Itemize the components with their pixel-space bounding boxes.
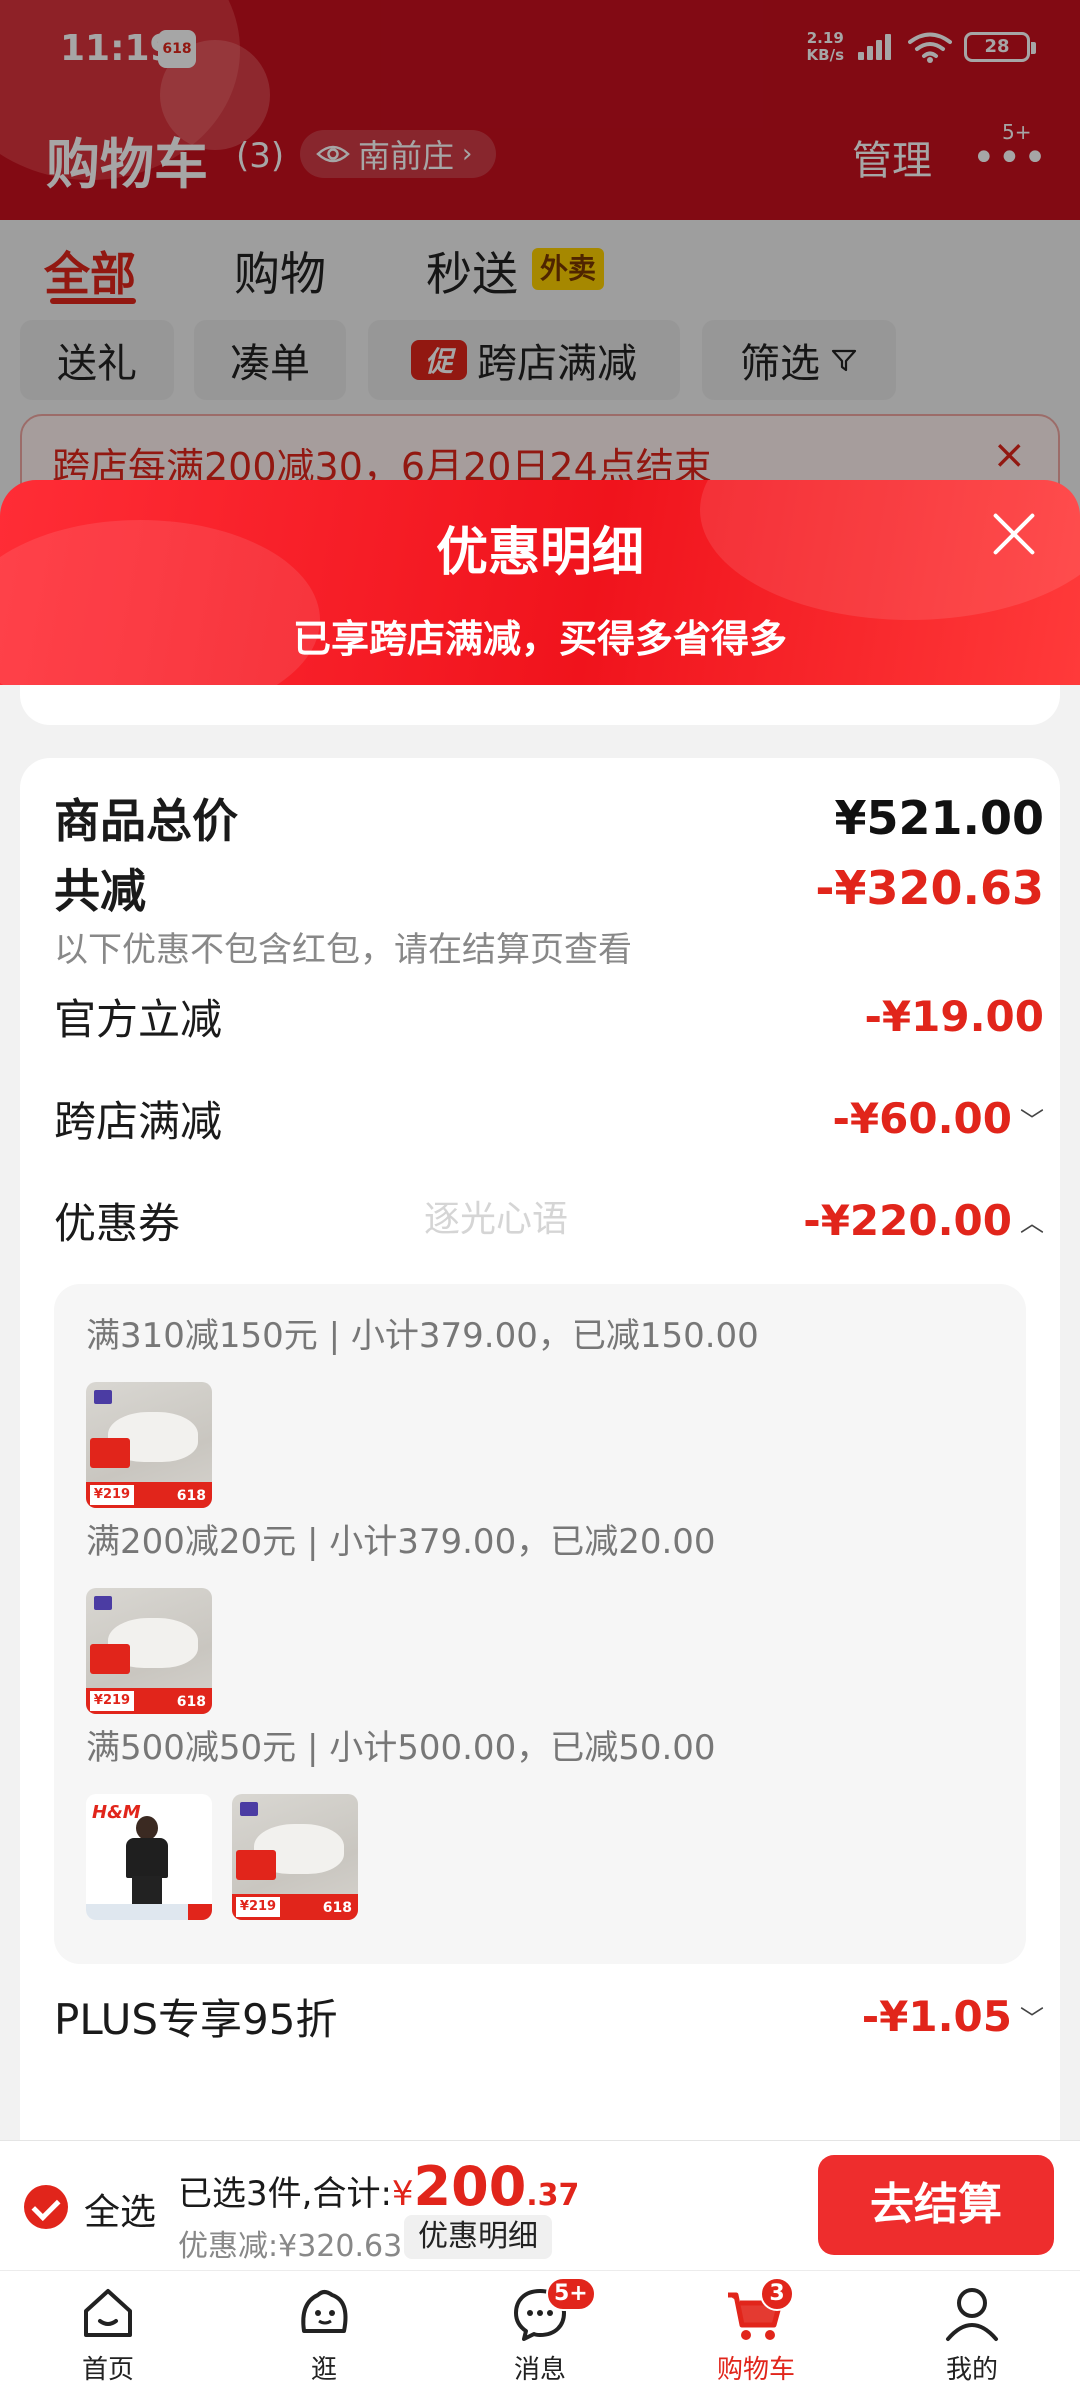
product-thumbnail[interactable]: ¥219 618 (86, 1588, 212, 1714)
chevron-down-icon: ﹀ (1020, 1106, 1044, 1135)
checkout-button[interactable]: 去结算 (818, 2155, 1054, 2255)
cross-store-row[interactable]: 跨店满减 -¥60.00 ﹀ (54, 1088, 1044, 1148)
total-summary: 已选3件,合计: ¥ 200 .37 (178, 2155, 580, 2218)
nav-item-home[interactable]: 首页 (28, 2281, 188, 2386)
total-discount-row: 共减 -¥320.63 (54, 861, 1044, 918)
select-all-label[interactable]: 全选 (84, 2183, 156, 2235)
official-discount-row: 官方立减 -¥19.00 (54, 991, 1044, 1044)
total-amount: 200 (413, 2155, 527, 2218)
coupon-value: -¥220.00 (803, 1195, 1012, 1245)
home-icon (76, 2281, 140, 2345)
sheet-body: 商品总价 ¥521.00 共减 -¥320.63 以下优惠不包含红包，请在结算页… (0, 685, 1080, 2140)
nav-item-profile[interactable]: 我的 (892, 2281, 1052, 2386)
browse-icon (292, 2281, 356, 2345)
cart-icon: 3 (724, 2277, 794, 2345)
checkout-bar: 全选 已选3件,合计: ¥ 200 .37 优惠减:¥320.63 优惠明细 去… (0, 2140, 1080, 2270)
coupon-row[interactable]: 优惠券 -¥220.00 ︿ (54, 1190, 1044, 1250)
plus-discount-value: -¥1.05 (861, 1991, 1012, 2041)
nav-item-cart[interactable]: 3 购物车 (676, 2277, 836, 2386)
product-thumbnail[interactable]: H&M (86, 1794, 212, 1920)
modal-overlay[interactable] (0, 0, 1080, 520)
bottom-nav: 首页 逛 5+ 消息 3 购物车 我的 (0, 2270, 1080, 2400)
cart-badge: 3 (760, 2277, 794, 2311)
discount-card: 商品总价 ¥521.00 共减 -¥320.63 以下优惠不包含红包，请在结算页… (20, 758, 1060, 2140)
total-discount-value: -¥320.63 (815, 861, 1044, 915)
chevron-down-icon: ﹀ (1020, 2004, 1044, 2033)
cart-page-background: 11:19 618 2.19 KB/s 28 购物车 (3) 南前庄 › 管理 … (0, 0, 1080, 520)
coupon-line: 满310减150元 | 小计379.00，已减150.00 (86, 1316, 759, 1356)
select-all-checkbox[interactable] (24, 2185, 68, 2229)
chevron-up-icon: ︿ (1020, 1208, 1044, 1237)
cross-store-value: -¥60.00 (832, 1093, 1012, 1143)
close-icon[interactable] (990, 510, 1038, 558)
card-divider (20, 685, 1060, 725)
product-thumbnail[interactable]: ¥219 618 (232, 1794, 358, 1920)
sheet-subtitle: 已享跨店满减，买得多省得多 (292, 617, 787, 661)
nav-item-messages[interactable]: 5+ 消息 (460, 2277, 620, 2386)
coupon-line: 满500减50元 | 小计500.00，已减50.00 (86, 1728, 716, 1768)
official-discount-value: -¥19.00 (864, 991, 1044, 1041)
message-icon: 5+ (508, 2277, 596, 2345)
saved-amount: 优惠减:¥320.63 (178, 2229, 403, 2264)
sheet-title: 优惠明细 (435, 523, 644, 583)
discount-note: 以下优惠不包含红包，请在结算页查看 (54, 930, 632, 970)
brand-logo: H&M (92, 1802, 141, 1823)
coupon-details: 满310减150元 | 小计379.00，已减150.00 ¥219 618 满… (54, 1284, 1026, 1964)
discount-detail-button[interactable]: 优惠明细 (404, 2215, 552, 2259)
subtotal-row: 商品总价 ¥521.00 (54, 791, 1044, 848)
sheet-header: 优惠明细 已享跨店满减，买得多省得多 (0, 480, 1080, 685)
profile-icon (940, 2281, 1004, 2345)
nav-item-browse[interactable]: 逛 (244, 2281, 404, 2386)
message-badge: 5+ (546, 2277, 596, 2311)
product-thumbnail[interactable]: ¥219 618 (86, 1382, 212, 1508)
subtotal-value: ¥521.00 (834, 791, 1044, 845)
plus-discount-row[interactable]: PLUS专享95折 -¥1.05 ﹀ (54, 1986, 1044, 2046)
coupon-line: 满200减20元 | 小计379.00，已减20.00 (86, 1522, 716, 1562)
